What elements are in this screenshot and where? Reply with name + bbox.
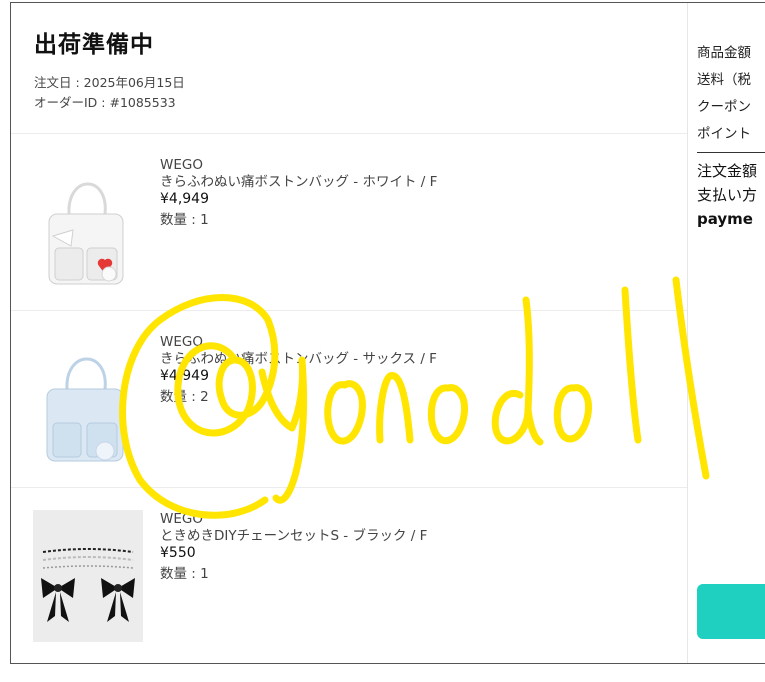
white-bag-image[interactable] — [33, 156, 143, 288]
item-name[interactable]: きらふわぬい痛ボストンバッグ - ホワイト / F — [160, 174, 437, 191]
item-info: WEGO きらふわぬい痛ボストンバッグ - ホワイト / F ¥4,949 数量… — [160, 157, 437, 229]
item-brand: WEGO — [160, 157, 203, 173]
item-quantity: 数量 : 2 — [160, 389, 209, 405]
item-name[interactable]: きらふわぬい痛ボストンバッグ - サックス / F — [160, 351, 437, 368]
order-summary: 商品金額 送料（税 クーポン ポイント 注文金額 支払い方 payme — [697, 40, 765, 231]
blue-bag-image[interactable] — [33, 333, 143, 465]
item-price: ¥4,949 — [160, 368, 209, 384]
subtotal-label: 商品金額 — [697, 45, 751, 61]
item-brand: WEGO — [160, 334, 203, 350]
item-brand: WEGO — [160, 511, 203, 527]
order-date: 注文日 : 2025年06月15日 — [34, 75, 185, 90]
order-id: オーダーID : #1085533 — [34, 95, 176, 110]
order-items-pane: 出荷準備中 注文日 : 2025年06月15日 オーダーID : #108553… — [11, 3, 688, 663]
summary-divider — [697, 152, 765, 153]
list-item[interactable]: WEGO きらふわぬい痛ボストンバッグ - ホワイト / F ¥4,949 数量… — [11, 134, 687, 310]
shipping-label: 送料（税 — [697, 72, 751, 88]
item-quantity: 数量 : 1 — [160, 566, 209, 582]
item-info: WEGO ときめきDIYチェーンセットS - ブラック / F ¥550 数量 … — [160, 511, 427, 583]
order-header: 出荷準備中 注文日 : 2025年06月15日 オーダーID : #108553… — [34, 25, 185, 113]
order-detail-panel: 出荷準備中 注文日 : 2025年06月15日 オーダーID : #108553… — [10, 2, 765, 664]
item-price: ¥4,949 — [160, 191, 209, 207]
list-item[interactable]: WEGO きらふわぬい痛ボストンバッグ - サックス / F ¥4,949 数量… — [11, 311, 687, 487]
item-quantity: 数量 : 1 — [160, 212, 209, 228]
list-item[interactable]: WEGO ときめきDIYチェーンセットS - ブラック / F ¥550 数量 … — [11, 488, 687, 664]
payment-label: 支払い方 — [697, 186, 758, 204]
item-price: ¥550 — [160, 545, 196, 561]
coupon-label: クーポン — [697, 99, 751, 115]
total-label: 注文金額 — [697, 162, 758, 180]
payment-method: payme — [697, 210, 753, 228]
points-label: ポイント — [697, 126, 751, 142]
action-button[interactable] — [697, 584, 765, 639]
chain-ribbon-image[interactable] — [33, 510, 143, 642]
item-info: WEGO きらふわぬい痛ボストンバッグ - サックス / F ¥4,949 数量… — [160, 334, 437, 406]
page-title: 出荷準備中 — [34, 32, 154, 58]
item-name[interactable]: ときめきDIYチェーンセットS - ブラック / F — [160, 528, 427, 545]
